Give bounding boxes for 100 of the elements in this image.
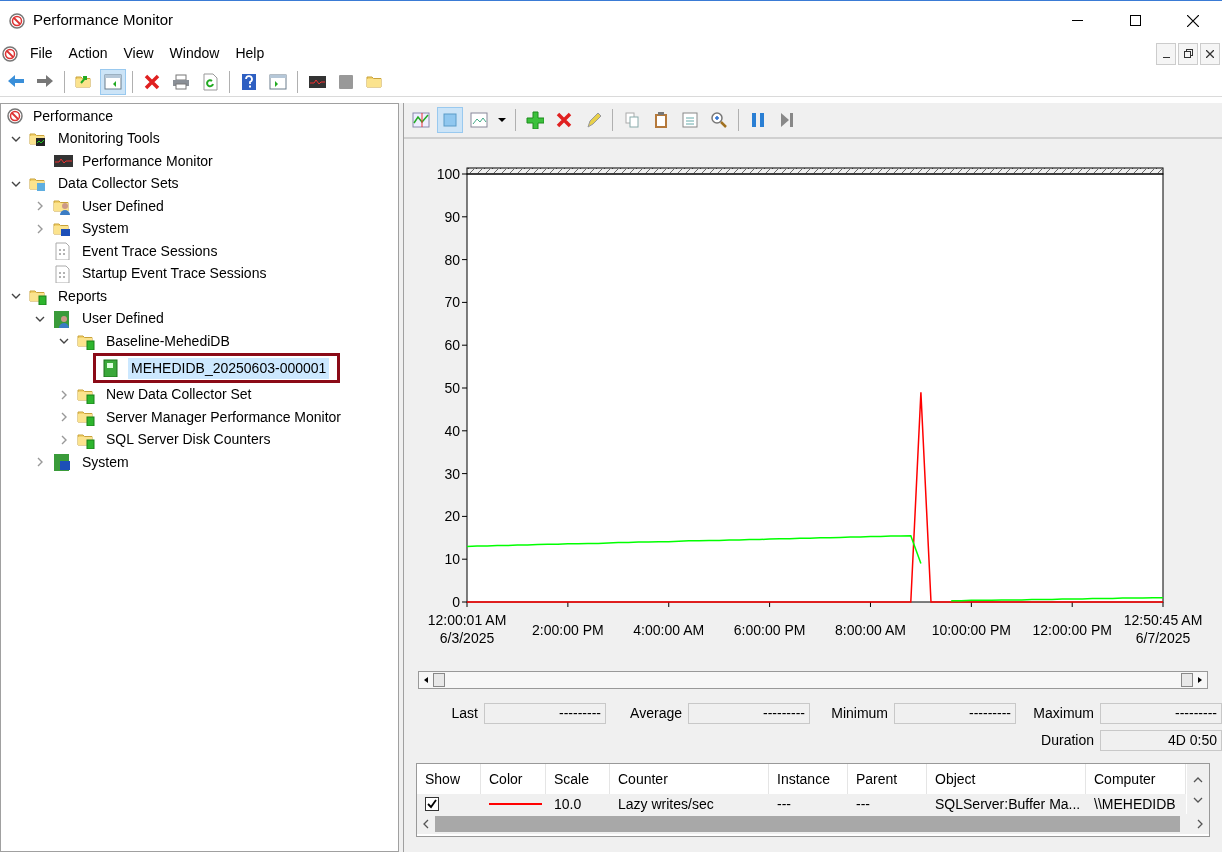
tick-mark: [461, 430, 468, 432]
horizontal-scrollbar[interactable]: [418, 671, 1208, 689]
scroll-up-icon: [1192, 775, 1204, 783]
tick-mark: [970, 601, 972, 608]
print-icon: [172, 72, 190, 91]
stat-value-field: 4D 0:50: [1100, 730, 1222, 751]
y-tick-label: 0: [452, 594, 460, 610]
table-cell-text: ---: [776, 794, 792, 814]
scroll-down-icon: [1192, 797, 1204, 805]
tick-mark: [1162, 601, 1164, 608]
delete-icon: [143, 72, 161, 91]
tick-mark: [1071, 601, 1073, 608]
folder-icon: [77, 408, 97, 427]
expand-chevron-icon[interactable]: [35, 457, 45, 468]
scroll-thumb[interactable]: [1181, 673, 1193, 687]
document-icon: [53, 264, 73, 283]
scroll-thumb[interactable]: [435, 816, 1180, 832]
tree-item[interactable]: System: [79, 218, 132, 240]
stat-label: Minimum: [830, 704, 889, 723]
expand-chevron-icon[interactable]: [59, 434, 69, 445]
pane-icon: [104, 72, 122, 91]
stop-icon: [337, 72, 355, 91]
tree-item[interactable]: User Defined: [79, 195, 167, 217]
close-icon: [1206, 49, 1214, 58]
app-icon: [9, 12, 25, 29]
expand-chevron-icon[interactable]: [35, 201, 45, 212]
report-icon: [53, 453, 73, 472]
tree-item[interactable]: Performance: [32, 105, 115, 127]
tree-item[interactable]: MEHEDIDB_20250603-000001: [128, 357, 330, 379]
tree-item[interactable]: Startup Event Trace Sessions: [79, 263, 270, 285]
menu-item[interactable]: File: [22, 43, 61, 64]
image-icon: [470, 111, 488, 129]
table-cell-text: 10.0: [553, 794, 583, 814]
stat-value-field: ---------: [894, 703, 1016, 724]
y-tick-label: 80: [444, 251, 460, 268]
stat-value-field: ---------: [1100, 703, 1222, 724]
mdi-restore-button[interactable]: [1178, 42, 1198, 65]
help-icon: [240, 72, 258, 91]
folder-icon: [77, 332, 97, 351]
add-icon: [526, 111, 544, 129]
stat-label: Average: [629, 704, 683, 723]
tree-item[interactable]: System: [79, 451, 132, 473]
tree-item[interactable]: Data Collector Sets: [55, 173, 182, 195]
tree-item[interactable]: Server Manager Performance Monitor: [103, 406, 344, 428]
tick-mark: [461, 216, 468, 218]
menu-item[interactable]: View: [115, 43, 162, 64]
maximize-icon: [1129, 15, 1141, 26]
tree-item[interactable]: New Data Collector Set: [103, 384, 255, 406]
tick-mark: [461, 558, 468, 560]
tick-mark: [668, 601, 670, 608]
folder-icon: [53, 197, 73, 216]
properties-icon: [681, 111, 699, 129]
vertical-scrollbar[interactable]: [1187, 764, 1209, 816]
y-tick-label: 30: [444, 465, 460, 482]
cube-icon: [441, 111, 459, 129]
stat-value-field: ---------: [484, 703, 606, 724]
tree-item[interactable]: Monitoring Tools: [55, 128, 163, 150]
y-tick-label: 90: [444, 208, 460, 225]
delete-icon: [555, 111, 573, 129]
x-tick-label: 4:00:00 AM: [633, 622, 705, 638]
tick-mark: [461, 515, 468, 517]
document-icon: [53, 242, 73, 261]
window-title: Performance Monitor: [33, 10, 174, 31]
clipboard-icon: [652, 111, 670, 129]
tick-mark: [870, 601, 871, 608]
close-icon: [1187, 14, 1199, 27]
table-cell-text: SQLServer:Buffer Ma...: [934, 794, 1082, 814]
tree-item[interactable]: Performance Monitor: [79, 150, 216, 172]
graph-icon: [412, 111, 430, 129]
mdi-close-button[interactable]: [1200, 42, 1220, 65]
y-tick-label: 100: [436, 166, 460, 182]
refresh-icon: [201, 72, 219, 91]
x-tick-label: 8:00:00 AM: [835, 622, 906, 638]
minimize-icon: [1162, 56, 1170, 58]
expand-chevron-icon[interactable]: [59, 412, 69, 423]
tree-item[interactable]: Reports: [55, 285, 111, 307]
tick-mark: [461, 301, 468, 303]
tick-mark: [461, 344, 468, 346]
tick-mark: [461, 173, 468, 175]
tick-mark: [461, 387, 468, 389]
tree-item[interactable]: SQL Server Disk Counters: [103, 429, 274, 451]
menu-item[interactable]: Help: [227, 43, 273, 64]
tree-item[interactable]: User Defined: [79, 308, 167, 330]
expand-chevron-icon[interactable]: [59, 389, 69, 400]
minimize-icon: [1071, 20, 1083, 21]
y-tick-label: 60: [444, 337, 460, 354]
menu-item[interactable]: Window: [161, 43, 228, 64]
menu-item[interactable]: Action: [60, 43, 116, 64]
stat-value-field: ---------: [688, 703, 810, 724]
zoom-icon: [710, 111, 728, 129]
checkbox[interactable]: [425, 797, 439, 811]
tree-item[interactable]: Baseline-MehediDB: [103, 330, 233, 352]
horizontal-scrollbar[interactable]: [417, 814, 1209, 834]
pencil-icon: [584, 111, 602, 129]
expand-chevron-icon[interactable]: [35, 223, 45, 234]
scroll-thumb[interactable]: [433, 673, 445, 687]
x-tick-label: 12:00:00 PM: [1032, 622, 1112, 638]
tick-mark: [567, 601, 569, 608]
caret-icon: [497, 118, 507, 122]
tree-item[interactable]: Event Trace Sessions: [79, 240, 221, 262]
